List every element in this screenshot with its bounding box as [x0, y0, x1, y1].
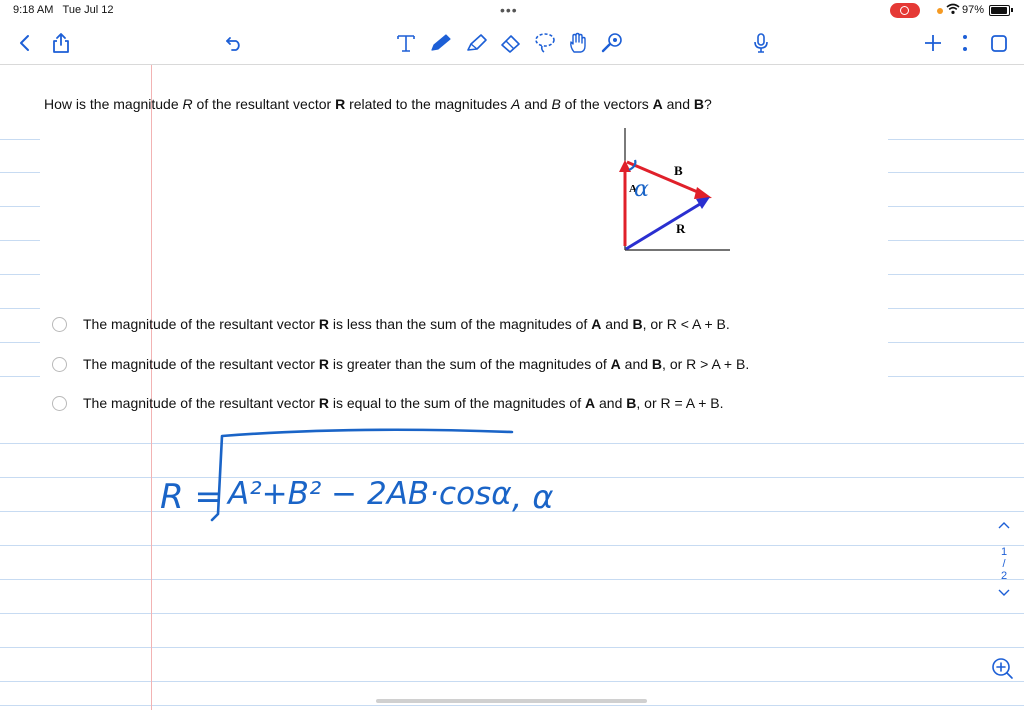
highlighter-icon[interactable]	[464, 30, 490, 56]
radio-button[interactable]	[52, 357, 67, 372]
formula-trailing: , α	[512, 478, 553, 516]
option-less-than[interactable]: The magnitude of the resultant vector R …	[52, 315, 730, 333]
option-text: The magnitude of the resultant vector R …	[83, 356, 749, 372]
label-r: R	[676, 221, 686, 236]
ruled-line	[0, 579, 1024, 580]
ruled-line	[0, 342, 40, 343]
ruled-line	[0, 139, 40, 140]
page-navigator: 1 / 2	[994, 520, 1014, 600]
status-time: 9:18 AM Tue Jul 12	[13, 4, 114, 16]
ruled-line	[0, 274, 40, 275]
page-separator: /	[994, 558, 1014, 570]
ruled-line	[0, 172, 40, 173]
eraser-icon[interactable]	[497, 30, 523, 56]
status-bar: 9:18 AM Tue Jul 12 ••• 97%	[0, 0, 1024, 22]
toolbar	[0, 22, 1024, 65]
ruled-line	[888, 308, 1024, 309]
multitasking-dots-icon[interactable]: •••	[500, 2, 518, 18]
ruled-line	[0, 705, 1024, 706]
ruled-line	[888, 139, 1024, 140]
option-greater-than[interactable]: The magnitude of the resultant vector R …	[52, 355, 749, 373]
question-text: How is the magnitude R of the resultant …	[44, 96, 712, 112]
page-up-icon[interactable]	[994, 520, 1014, 538]
ruled-line	[0, 647, 1024, 648]
ruled-line	[888, 206, 1024, 207]
screen-recording-icon[interactable]	[890, 3, 920, 18]
margin-line	[151, 65, 152, 710]
battery-tip	[1011, 8, 1013, 12]
pages-icon[interactable]	[988, 30, 1010, 56]
battery-percentage: 97%	[962, 4, 984, 16]
mic-indicator-icon	[937, 8, 943, 14]
option-text: The magnitude of the resultant vector R …	[83, 316, 730, 332]
more-icon[interactable]	[956, 30, 974, 56]
ruled-line	[888, 376, 1024, 377]
pen-icon[interactable]	[428, 30, 454, 56]
ruled-line	[0, 206, 40, 207]
battery-icon	[989, 5, 1010, 16]
hand-icon[interactable]	[566, 30, 592, 56]
current-page: 1	[994, 546, 1014, 558]
vector-r-arrowhead	[696, 197, 710, 209]
radio-button[interactable]	[52, 396, 67, 411]
total-pages: 2	[994, 570, 1014, 582]
radio-button[interactable]	[52, 317, 67, 332]
option-equal-to[interactable]: The magnitude of the resultant vector R …	[52, 394, 724, 412]
formula-lhs: R =	[160, 477, 223, 517]
back-icon[interactable]	[14, 30, 34, 56]
page-down-icon[interactable]	[994, 588, 1014, 600]
share-icon[interactable]	[50, 30, 72, 56]
ruled-line	[0, 376, 40, 377]
ruled-line	[888, 342, 1024, 343]
lasso-icon[interactable]	[532, 30, 558, 56]
angle-alpha-handwritten: α	[634, 177, 649, 202]
ruled-line	[0, 545, 1024, 546]
undo-icon[interactable]	[223, 30, 245, 56]
microphone-icon[interactable]	[750, 30, 772, 56]
laser-pointer-icon[interactable]	[599, 30, 625, 56]
notebook-page[interactable]	[0, 65, 1024, 710]
ruled-line	[0, 240, 40, 241]
label-b: B	[674, 163, 683, 178]
formula-radicand: A²+B² − 2AB·cosα	[226, 476, 512, 512]
ruled-line	[0, 308, 40, 309]
zoom-in-icon[interactable]	[990, 656, 1014, 685]
option-text: The magnitude of the resultant vector R …	[83, 395, 724, 411]
handwritten-formula: R = A²+B² − 2AB·cosα , α	[150, 420, 620, 540]
ruled-line	[0, 681, 1024, 682]
text-tool-icon[interactable]	[394, 30, 418, 56]
add-icon[interactable]	[922, 30, 944, 56]
vector-r	[626, 204, 700, 249]
vector-diagram: B R A α	[600, 122, 740, 258]
ruled-line	[888, 172, 1024, 173]
wifi-icon	[946, 3, 960, 18]
ruled-line	[888, 240, 1024, 241]
ruled-line	[0, 613, 1024, 614]
home-indicator[interactable]	[376, 699, 647, 703]
ruled-line	[888, 274, 1024, 275]
